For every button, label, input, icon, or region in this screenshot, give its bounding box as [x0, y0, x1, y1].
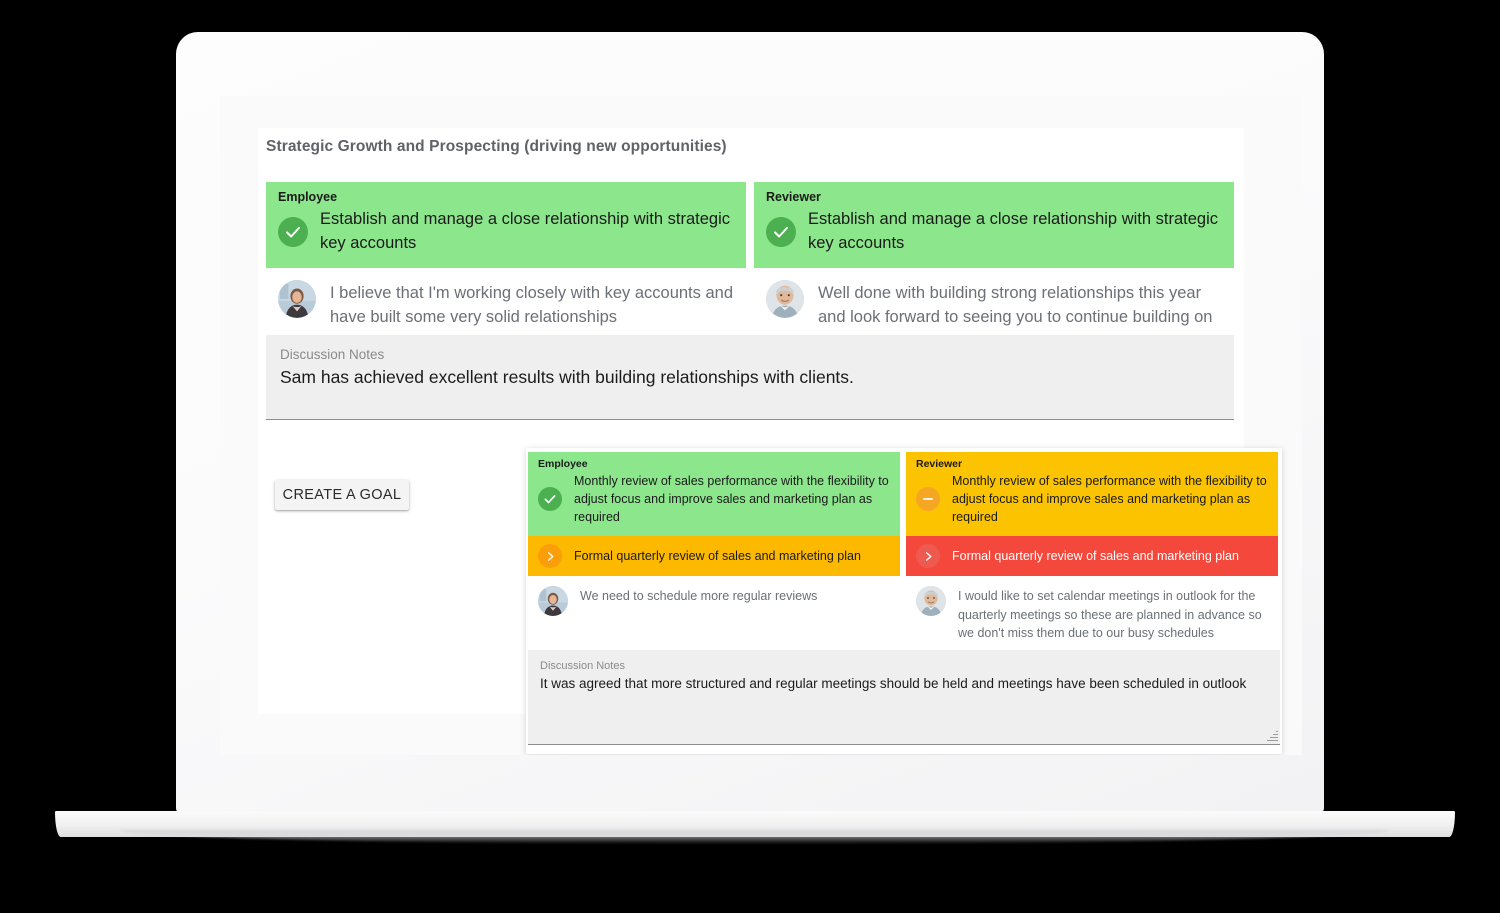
- check-circle-icon: [766, 216, 796, 247]
- goal1-employee-card[interactable]: Employee Establish and manage a close re…: [266, 182, 746, 268]
- goal1-discussion-notes[interactable]: Discussion Notes Sam has achieved excell…: [266, 335, 1234, 420]
- chevron-right-circle-icon: [916, 544, 940, 569]
- goal2-discussion-notes[interactable]: Discussion Notes It was agreed that more…: [528, 650, 1280, 745]
- goal1-reviewer-text: Establish and manage a close relationshi…: [808, 210, 1218, 252]
- check-circle-icon: [538, 487, 562, 512]
- laptop-mockup: Strategic Growth and Prospecting (drivin…: [0, 0, 1500, 913]
- goal1-employee-text: Establish and manage a close relationshi…: [320, 210, 730, 252]
- chevron-right-circle-icon: [538, 544, 562, 569]
- role-label-reviewer: Reviewer: [766, 190, 821, 204]
- goal2-employee-column: Employee Monthly review of sales perform…: [528, 452, 900, 646]
- goal2-reviewer-card[interactable]: Reviewer Monthly review of sales perform…: [906, 452, 1278, 537]
- goal1-reviewer-card[interactable]: Reviewer Establish and manage a close re…: [754, 182, 1234, 268]
- goal2-employee-comment: We need to schedule more regular reviews: [580, 589, 818, 604]
- discussion-notes-value: Sam has achieved excellent results with …: [280, 367, 854, 387]
- goal2-reviewer-column: Reviewer Monthly review of sales perform…: [906, 452, 1278, 646]
- goal1-employee-comment-row: I believe that I'm working closely with …: [266, 268, 746, 336]
- role-label-reviewer: Reviewer: [916, 458, 963, 470]
- avatar: [278, 279, 316, 318]
- goal2-reviewer-text: Monthly review of sales performance with…: [952, 474, 1267, 525]
- goal2-employee-card[interactable]: Employee Monthly review of sales perform…: [528, 452, 900, 537]
- avatar: [538, 586, 568, 617]
- goal1-employee-column: Employee Establish and manage a close re…: [266, 182, 746, 360]
- goal2-reviewer-comment: I would like to set calendar meetings in…: [958, 589, 1262, 640]
- check-circle-icon: [278, 216, 308, 247]
- review-card: Strategic Growth and Prospecting (drivin…: [258, 128, 1282, 754]
- goal1-reviewer-column: Reviewer Establish and manage a close re…: [754, 182, 1234, 360]
- laptop-base-shadow: [120, 830, 1390, 844]
- minus-circle-icon: [916, 487, 940, 512]
- discussion-notes-value: It was agreed that more structured and r…: [540, 676, 1247, 691]
- role-label-employee: Employee: [278, 190, 338, 204]
- goal2-employee-comment-row: We need to schedule more regular reviews: [528, 576, 900, 620]
- goal-detail-overlay-panel: Employee Monthly review of sales perform…: [526, 448, 1282, 754]
- discussion-notes-label: Discussion Notes: [540, 660, 625, 672]
- create-a-goal-button[interactable]: CREATE A GOAL: [275, 480, 409, 510]
- role-label-employee: Employee: [538, 458, 588, 470]
- avatar: [766, 279, 804, 318]
- goal2-employee-subitem[interactable]: Formal quarterly review of sales and mar…: [528, 536, 900, 577]
- discussion-notes-label: Discussion Notes: [280, 347, 385, 362]
- screen-area: Strategic Growth and Prospecting (drivin…: [220, 96, 1302, 755]
- goal1-employee-comment: I believe that I'm working closely with …: [330, 283, 734, 327]
- goal2-employee-subitem-text: Formal quarterly review of sales and mar…: [574, 549, 861, 564]
- goal2-reviewer-subitem-text: Formal quarterly review of sales and mar…: [952, 549, 1239, 564]
- goal2-employee-text: Monthly review of sales performance with…: [574, 474, 889, 525]
- goal2-reviewer-comment-row: I would like to set calendar meetings in…: [906, 576, 1278, 645]
- goal2-reviewer-subitem[interactable]: Formal quarterly review of sales and mar…: [906, 536, 1278, 577]
- goal-row-2: Employee Monthly review of sales perform…: [528, 452, 1280, 646]
- textarea-resize-grip[interactable]: [1266, 730, 1278, 742]
- page-title: Strategic Growth and Prospecting (drivin…: [266, 138, 727, 155]
- avatar: [916, 586, 946, 617]
- goal-row-1: Employee Establish and manage a close re…: [266, 182, 1234, 360]
